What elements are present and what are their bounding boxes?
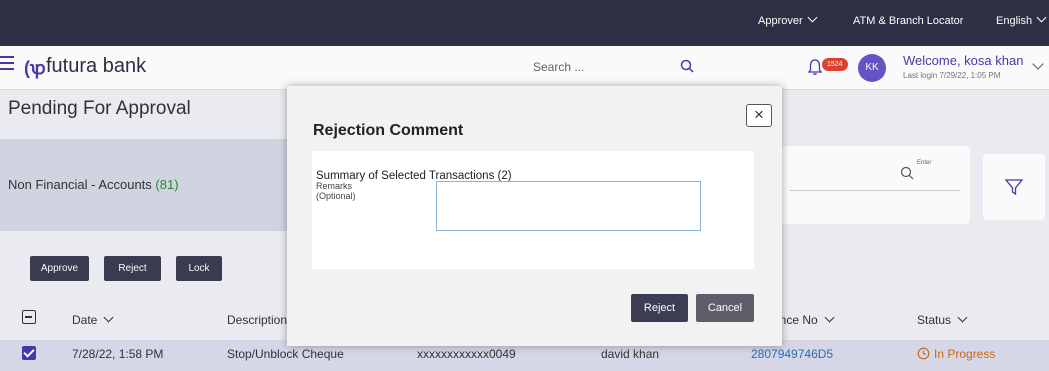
atm-branch-locator-link[interactable]: ATM & Branch Locator — [853, 15, 963, 27]
approver-label: Approver — [758, 15, 803, 27]
remarks-textarea[interactable] — [436, 181, 701, 231]
chevron-down-icon — [807, 12, 818, 23]
rejection-comment-modal: Rejection Comment × Summary of Selected … — [287, 86, 782, 346]
close-icon: × — [754, 105, 764, 124]
language-dropdown[interactable]: English — [996, 12, 1047, 27]
modal-body: Summary of Selected Transactions (2) Rem… — [312, 151, 754, 269]
remarks-optional-text: (Optional) — [316, 191, 356, 201]
approver-dropdown[interactable]: Approver — [758, 12, 818, 27]
language-label: English — [996, 15, 1033, 27]
modal-title: Rejection Comment — [313, 122, 464, 139]
top-bar: Approver ATM & Branch Locator English — [0, 0, 1049, 46]
remarks-label: Remarks (Optional) — [316, 181, 356, 201]
remarks-label-text: Remarks — [316, 181, 353, 191]
modal-reject-button[interactable]: Reject — [631, 294, 688, 322]
modal-cancel-button[interactable]: Cancel — [696, 294, 754, 322]
chevron-down-icon — [1036, 12, 1047, 23]
close-button[interactable]: × — [746, 104, 772, 127]
